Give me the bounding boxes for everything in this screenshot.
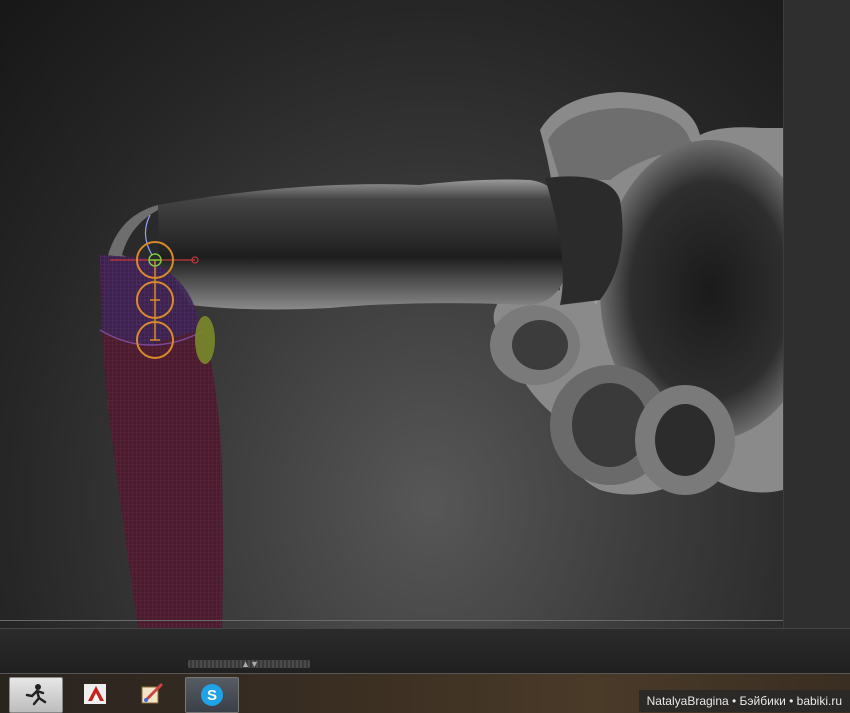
skype-icon: S — [201, 684, 223, 706]
acrobat-icon — [84, 684, 106, 704]
taskbar-paint-button[interactable] — [127, 677, 179, 711]
svg-text:S: S — [207, 687, 217, 704]
viewport-bottom-edge — [0, 620, 783, 621]
model-canvas[interactable] — [0, 0, 783, 628]
paint-brush-icon — [141, 683, 163, 704]
taskbar-zbrush-button[interactable] — [9, 677, 63, 713]
sleeve-mesh[interactable] — [99, 255, 223, 628]
right-tray[interactable] — [783, 0, 850, 628]
tray-toggle-icon[interactable]: ▲▼ — [238, 659, 262, 669]
3d-viewport[interactable] — [0, 0, 783, 628]
zbrush-running-man-icon — [25, 684, 47, 706]
watermark-text: NatalyaBragina • Бэйбики • babiki.ru — [638, 690, 850, 712]
bottom-shelf[interactable] — [0, 628, 850, 674]
taskbar-acrobat-button[interactable] — [70, 677, 122, 711]
green-mask-patch — [195, 316, 215, 364]
taskbar-skype-button[interactable]: S — [185, 677, 239, 713]
